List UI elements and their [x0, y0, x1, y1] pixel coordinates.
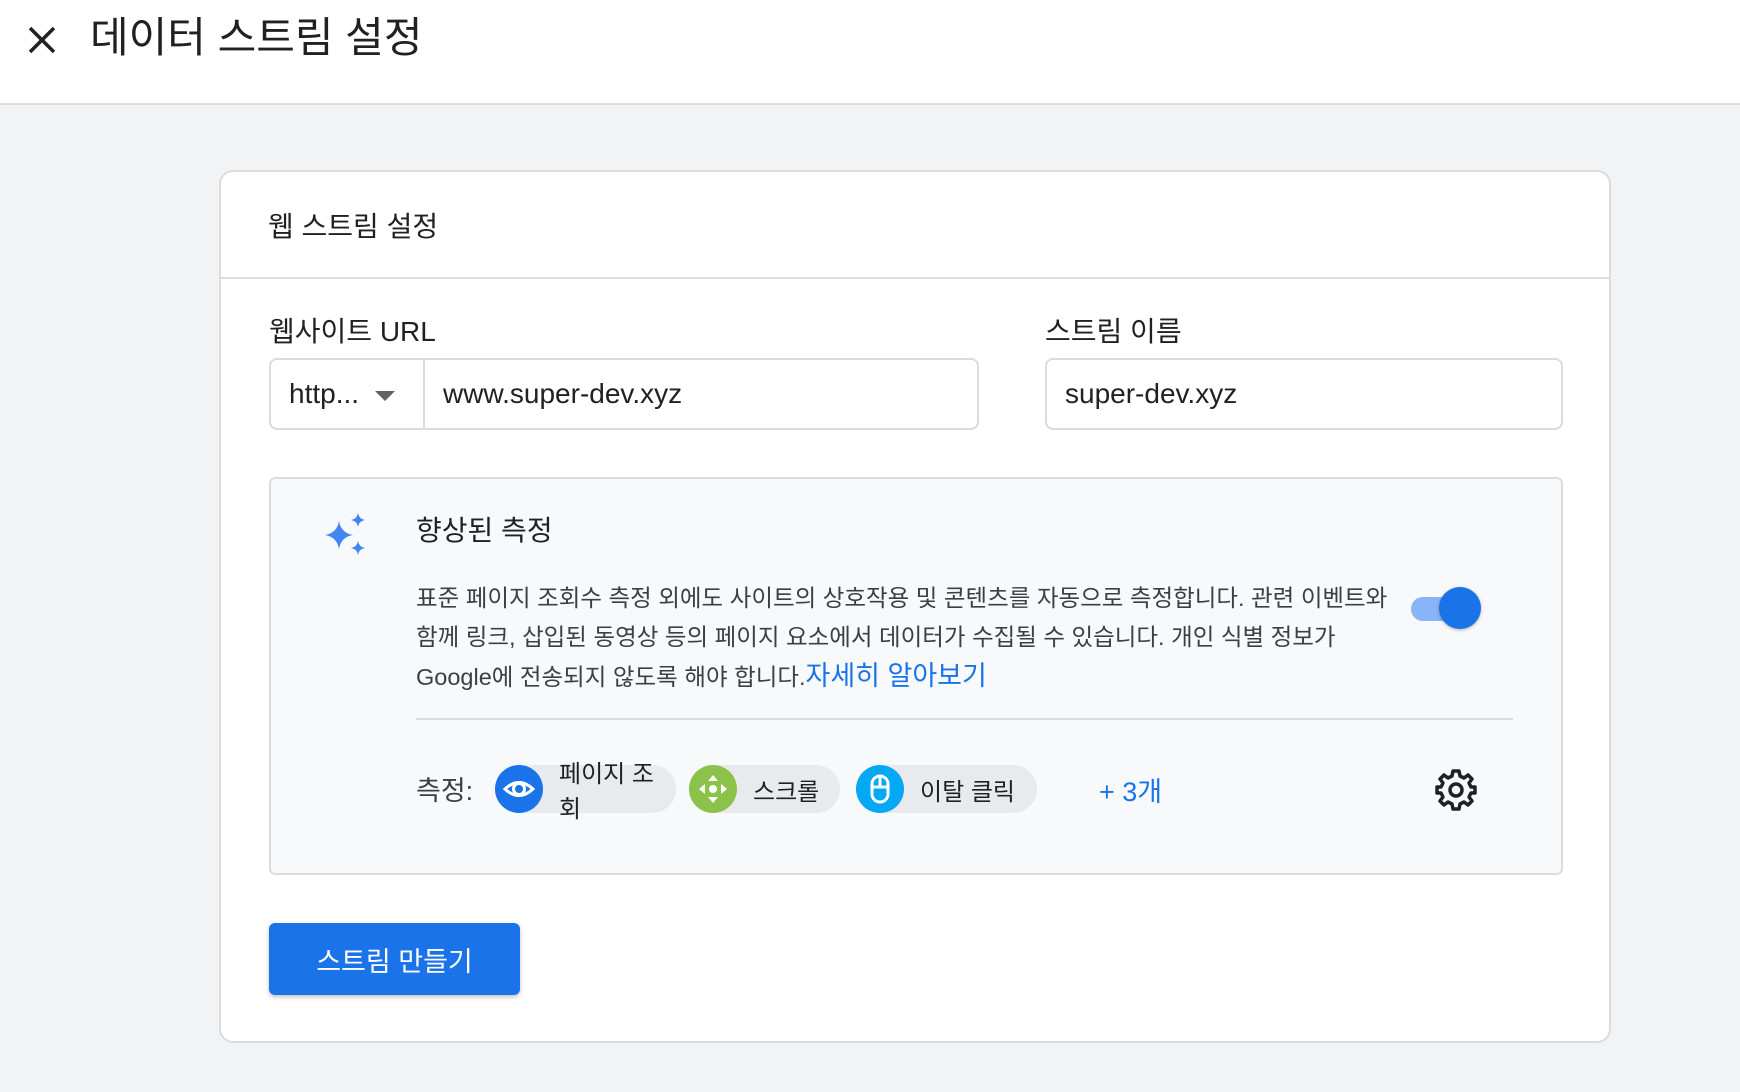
- enhanced-measurement-panel: 향상된 측정 표준 페이지 조회수 측정 외에도 사이트의 상호작용 및 콘텐츠…: [269, 477, 1563, 875]
- toggle-thumb: [1439, 587, 1481, 629]
- learn-more-link[interactable]: 자세히 알아보기: [805, 661, 986, 691]
- metric-label: 이탈 클릭: [920, 778, 1015, 806]
- scroll-arrows-icon: [689, 765, 737, 813]
- enhanced-measurement-description: 표준 페이지 조회수 측정 외에도 사이트의 상호작용 및 콘텐츠를 자동으로 …: [416, 579, 1396, 697]
- close-button[interactable]: [20, 18, 64, 62]
- page-title: 데이터 스트림 설정: [90, 14, 423, 61]
- metric-chip-outbound-click[interactable]: 이탈 클릭: [856, 765, 1037, 813]
- stream-name-field: [1045, 358, 1563, 430]
- enhanced-measurement-title: 향상된 측정: [416, 515, 553, 546]
- top-bar: 데이터 스트림 설정: [0, 0, 1740, 105]
- website-url-label: 웹사이트 URL: [269, 316, 436, 347]
- metric-label: 스크롤: [753, 778, 820, 806]
- stream-name-label: 스트림 이름: [1045, 316, 1182, 347]
- protocol-dropdown[interactable]: http...: [271, 360, 425, 428]
- create-stream-button[interactable]: 스트림 만들기: [269, 923, 520, 995]
- stream-name-input[interactable]: [1047, 360, 1561, 428]
- eye-icon: [495, 765, 543, 813]
- website-url-input[interactable]: [425, 360, 977, 428]
- enhanced-measurement-toggle[interactable]: [1407, 585, 1483, 629]
- dropdown-arrow-icon: [375, 391, 395, 401]
- metrics-label: 측정:: [416, 776, 474, 806]
- card-title: 웹 스트림 설정: [221, 172, 1609, 279]
- website-url-group: http...: [269, 358, 979, 430]
- close-icon: [28, 26, 56, 54]
- divider: [416, 718, 1513, 720]
- protocol-value: http...: [289, 378, 360, 409]
- metric-chip-page-view[interactable]: 페이지 조회: [495, 761, 676, 823]
- metric-chip-scroll[interactable]: 스크롤: [689, 765, 840, 813]
- sparkle-icon: [325, 513, 365, 555]
- more-metrics-link[interactable]: + 3개: [1099, 770, 1162, 809]
- web-stream-card: 웹 스트림 설정 웹사이트 URL http... 스트림 이름 향상된 측정 …: [219, 170, 1611, 1043]
- gear-icon[interactable]: [1433, 767, 1479, 813]
- mouse-icon: [856, 765, 904, 813]
- metric-label: 페이지 조회: [558, 761, 654, 823]
